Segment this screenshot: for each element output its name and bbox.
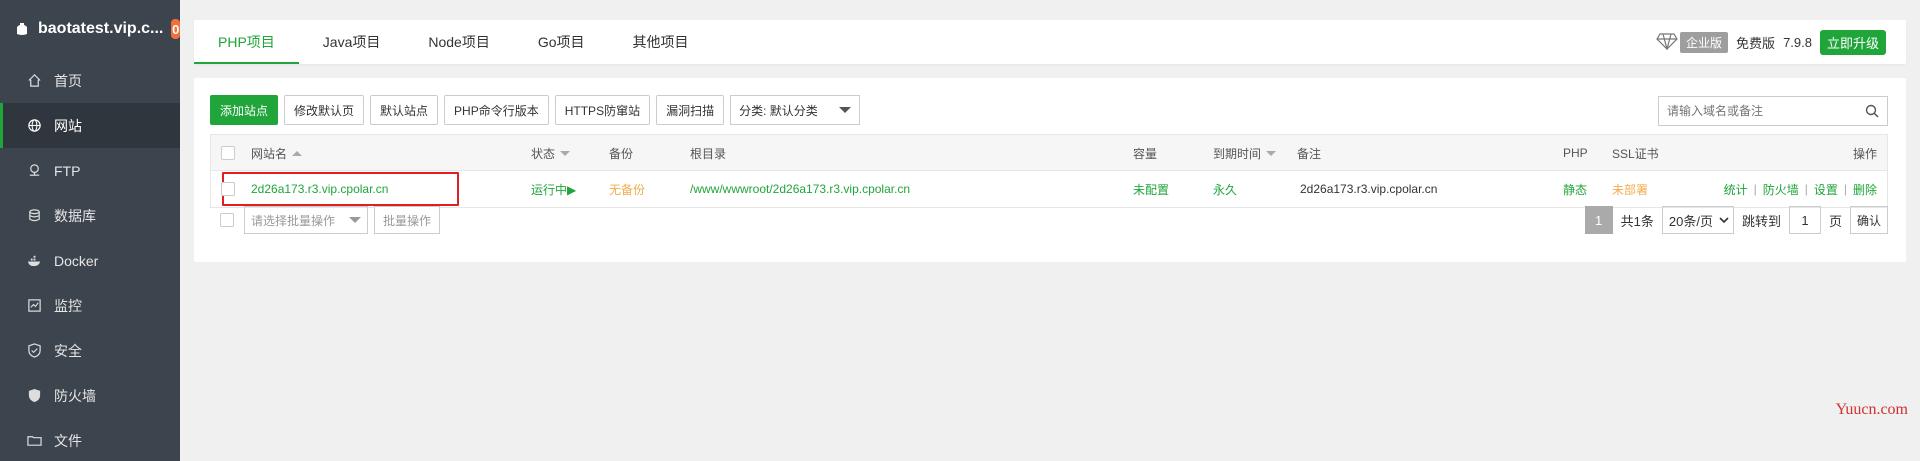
confirm-jump-button[interactable]: 确认 (1849, 206, 1888, 234)
settings-link[interactable]: 设置 (1814, 181, 1838, 198)
modify-default-page-button[interactable]: 修改默认页 (284, 95, 365, 125)
site-panel: 添加站点 修改默认页 默认站点 PHP命令行版本 HTTPS防窜站 漏洞扫描 分… (194, 78, 1906, 262)
edition-info: 企业版 免费版 7.9.8 立即升级 (1656, 20, 1886, 64)
sort-asc-icon (292, 150, 303, 156)
category-select[interactable]: 分类: 默认分类 (730, 95, 861, 125)
sidebar-item-label: 安全 (54, 342, 82, 359)
select-all-cell (221, 135, 235, 171)
sidebar-item-label: 首页 (54, 72, 82, 89)
sidebar-item-label: 防火墙 (54, 387, 96, 404)
sidebar-item-monitor[interactable]: 监控 (0, 283, 180, 328)
notification-badge[interactable]: 0 (171, 19, 180, 39)
col-expire[interactable]: 到期时间 (1213, 135, 1277, 171)
project-tabs-bar: PHP项目 Java项目 Node项目 Go项目 其他项目 企业版 免费版 7.… (194, 20, 1906, 64)
col-status[interactable]: 状态 (531, 135, 571, 171)
footer-select-cell (220, 213, 234, 227)
enterprise-edition[interactable]: 企业版 (1656, 31, 1729, 53)
col-remark: 备注 (1297, 146, 1322, 161)
free-edition-label: 免费版 (1736, 35, 1776, 51)
sidebar-item-label: 数据库 (54, 207, 96, 224)
page-size-select[interactable]: 20条/页 (1661, 206, 1734, 234)
sidebar-item-label: Docker (54, 252, 99, 269)
row-checkbox[interactable] (221, 182, 235, 196)
site-search (1658, 96, 1888, 126)
col-ssl: SSL证书 (1612, 146, 1659, 161)
tab-php[interactable]: PHP项目 (194, 20, 299, 64)
version-label: 7.9.8 (1783, 34, 1812, 50)
docker-icon (26, 253, 42, 269)
sidebar-item-database[interactable]: 数据库 (0, 193, 180, 238)
batch-operation-button[interactable]: 批量操作 (374, 206, 441, 234)
watermark: Yuucn.com (1835, 401, 1908, 418)
jump-label: 跳转到 (1741, 213, 1781, 229)
sidebar-item-firewall[interactable]: 防火墙 (0, 373, 180, 418)
col-capacity: 容量 (1133, 146, 1158, 161)
table-header: 网站名 状态 备份 根目录 容量 到期时间 备注 PHP SSL证书 操作 (211, 135, 1887, 171)
col-root: 根目录 (690, 146, 727, 161)
sidebar-item-website[interactable]: 网站 (0, 103, 180, 148)
footer-checkbox[interactable] (220, 213, 234, 227)
sort-desc-icon (1266, 150, 1277, 156)
https-guard-button[interactable]: HTTPS防窜站 (554, 95, 651, 125)
chevron-down-icon (839, 107, 852, 113)
sidebar-item-label: 文件 (54, 432, 82, 449)
database-icon (26, 208, 42, 224)
pagination: 1 共1条 20条/页 跳转到 1 页 确认 (1584, 206, 1888, 234)
table-footer: 请选择批量操作 批量操作 1 共1条 20条/页 跳转到 1 页 确认 (210, 202, 1888, 238)
select-all-checkbox[interactable] (221, 146, 235, 160)
home-icon (26, 73, 42, 89)
sidebar-item-label: 监控 (54, 297, 82, 314)
monitor-icon (26, 298, 42, 314)
globe-icon (26, 118, 42, 134)
shield-icon (26, 343, 42, 359)
upgrade-button[interactable]: 立即升级 (1819, 29, 1886, 55)
site-table: 网站名 状态 备份 根目录 容量 到期时间 备注 PHP SSL证书 操作 2d… (210, 134, 1888, 208)
chevron-down-icon (1719, 217, 1729, 224)
sidebar-item-label: FTP (54, 162, 81, 179)
default-site-button[interactable]: 默认站点 (370, 95, 439, 125)
diamond-icon (1656, 32, 1678, 53)
stats-link[interactable]: 统计 (1724, 181, 1748, 198)
tab-node[interactable]: Node项目 (404, 20, 513, 64)
col-php: PHP (1563, 146, 1588, 160)
category-select-value: 分类: 默认分类 (739, 103, 818, 118)
sidebar-item-label: 网站 (54, 117, 82, 134)
total-count: 共1条 (1620, 213, 1654, 229)
chevron-down-icon (349, 217, 361, 223)
add-site-button[interactable]: 添加站点 (210, 95, 279, 125)
sidebar: baotatest.vip.c... 0 首页 网站 FTP 数据库 Docke… (0, 0, 180, 461)
col-name[interactable]: 网站名 (251, 135, 303, 171)
folder-icon (26, 433, 42, 449)
site-toolbar: 添加站点 修改默认页 默认站点 PHP命令行版本 HTTPS防窜站 漏洞扫描 分… (210, 95, 861, 125)
sidebar-item-home[interactable]: 首页 (0, 58, 180, 103)
search-input[interactable] (1667, 104, 1857, 118)
search-icon[interactable] (1857, 104, 1887, 118)
delete-link[interactable]: 删除 (1853, 181, 1877, 198)
firewall-link[interactable]: 防火墙 (1763, 181, 1799, 198)
bt-logo-icon (14, 20, 30, 38)
vuln-scan-button[interactable]: 漏洞扫描 (656, 95, 725, 125)
tab-go[interactable]: Go项目 (514, 20, 609, 64)
sidebar-item-docker[interactable]: Docker (0, 238, 180, 283)
col-ops: 操作 (1852, 146, 1877, 161)
firewall-icon (26, 388, 42, 404)
tab-other[interactable]: 其他项目 (609, 20, 713, 64)
tab-java[interactable]: Java项目 (299, 20, 405, 64)
jump-page-input[interactable]: 1 (1788, 206, 1821, 234)
sort-desc-icon (560, 150, 571, 156)
page-unit-label: 页 (1828, 213, 1842, 229)
ftp-icon (26, 163, 42, 179)
col-backup: 备份 (609, 146, 634, 161)
sidebar-item-ftp[interactable]: FTP (0, 148, 180, 193)
sidebar-item-files[interactable]: 文件 (0, 418, 180, 461)
enterprise-label: 企业版 (1680, 31, 1729, 53)
php-cli-version-button[interactable]: PHP命令行版本 (444, 95, 549, 125)
current-page[interactable]: 1 (1584, 206, 1613, 234)
batch-operation-select[interactable]: 请选择批量操作 (244, 206, 368, 234)
sidebar-item-security[interactable]: 安全 (0, 328, 180, 373)
server-host[interactable]: baotatest.vip.c... (38, 20, 163, 38)
sidebar-header: baotatest.vip.c... 0 (0, 0, 180, 58)
